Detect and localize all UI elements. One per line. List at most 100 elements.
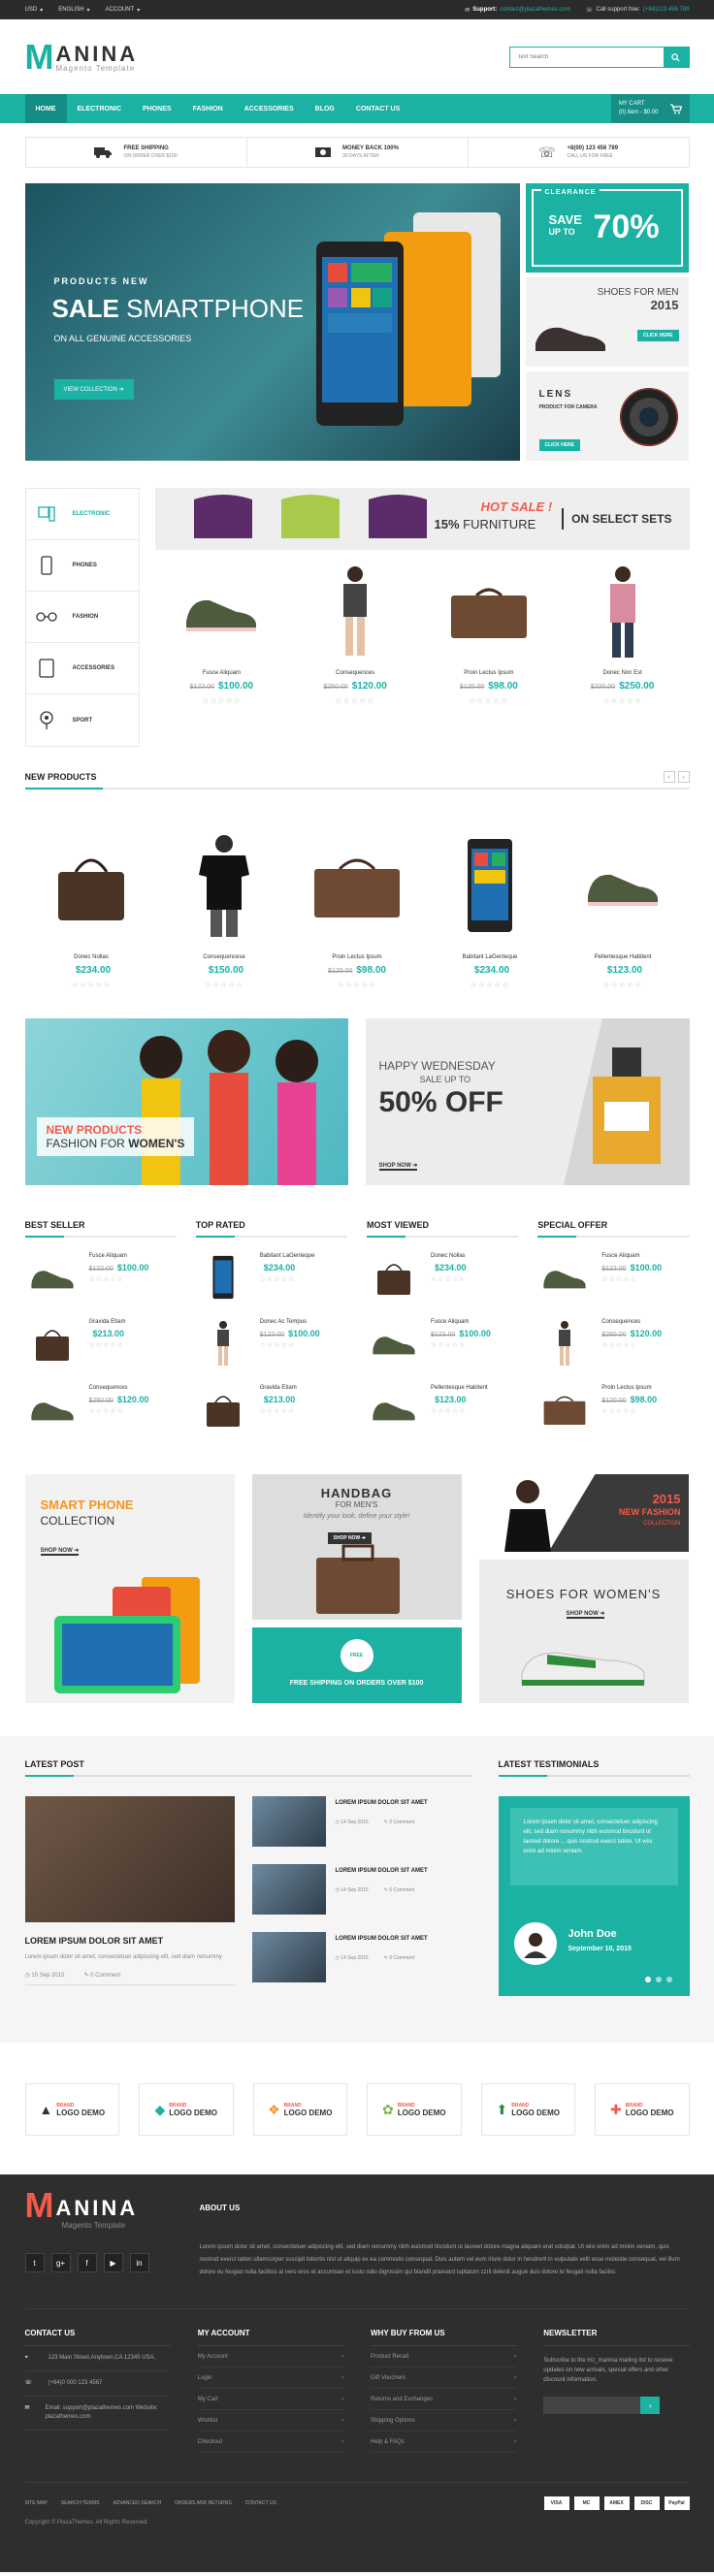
clearance-banner[interactable]: CLEARANCE SAVE UP TO 70% [525,183,689,273]
footer-link[interactable]: Wishlist › [197,2410,343,2431]
mail-icon: ✉ [24,2405,30,2411]
blog-post-featured[interactable]: LOREM IPSUM DOLOR SIT AMET Lorem ipsum d… [24,1796,235,1985]
footer-link[interactable]: Help & FAQs › [371,2431,517,2453]
product-card[interactable]: Donec Non Est $220.00 $250.00 ☆☆☆☆☆ [556,550,690,705]
footer-link-contact[interactable]: CONTACT US [245,2500,276,2506]
facebook-icon[interactable]: f [77,2253,97,2272]
category-electronic[interactable]: ELECTRONIC [25,489,139,540]
blog-post[interactable]: LOREM IPSUM DOLOR SIT AMET ◷ 14 Sep 2015 ✎… [251,1932,471,1982]
shoes-men-banner[interactable]: SHOES FOR MEN 2015 CLICK HERE [525,277,689,367]
hot-sale-banner[interactable]: HOT SALE ! 15% FURNITURE ON SELECT SETS [154,488,690,550]
footer-link[interactable]: Checkout › [197,2431,343,2453]
cart-button[interactable]: MY CART (0) item - $0.00 [610,94,690,123]
prev-arrow-icon[interactable]: ‹ [663,771,675,783]
click-here-button[interactable]: CLICK HERE [538,439,581,451]
shop-now-button[interactable]: SHOP NOW ➔ [327,1532,372,1544]
handbag-banner[interactable]: HANDBAG FOR MEN'S Identify your look, de… [251,1474,462,1620]
category-phones[interactable]: PHONES [25,540,139,592]
brand-logo[interactable]: ❖ BRAND LOGO DEMO [252,2083,347,2136]
brand-logo[interactable]: ✿ BRAND LOGO DEMO [367,2083,462,2136]
list-item[interactable]: Gravida Etiam $213.00 ☆☆☆☆☆ [196,1383,347,1435]
product-card[interactable]: Babitant LaGenteque $234.00 ☆☆☆☆☆ [424,789,557,989]
search-input[interactable] [509,48,664,67]
brand-logo[interactable]: ✚ BRAND LOGO DEMO [595,2083,690,2136]
brand-logo[interactable]: ◆ BRAND LOGO DEMO [139,2083,234,2136]
product-card[interactable]: Donec Nollas $234.00 ☆☆☆☆☆ [25,789,158,989]
newsletter-input[interactable] [543,2397,641,2414]
category-sport[interactable]: SPORT [26,694,139,746]
list-item[interactable]: Consequences $250.00 $120.00 ☆☆☆☆☆ [25,1383,177,1435]
blog-post[interactable]: LOREM IPSUM DOLOR SIT AMET ◷ 14 Sep 2015 ✎… [251,1796,471,1847]
product-card[interactable]: Consequencese $150.00 ☆☆☆☆☆ [158,789,291,989]
next-arrow-icon[interactable]: › [677,771,690,783]
footer-link[interactable]: My Account › [197,2346,343,2367]
new-fashion-banner[interactable]: 2015 NEW FASHION COLLECTION [478,1474,689,1552]
footer-link[interactable]: Login › [197,2367,343,2389]
product-card[interactable]: Proin Lectus Ipsum $120.00 $98.00 ☆☆☆☆☆ [422,550,556,705]
free-shipping-banner[interactable]: FREE FREE SHIPPING ON ORDERS OVER $100 [251,1627,462,1703]
nav-contact[interactable]: CONTACT US [345,94,410,123]
model-image [609,566,635,658]
hero-slider[interactable]: PRODUCTS NEW SALE SMARTPHONE ON ALL GENU… [24,183,520,461]
search-button[interactable] [663,48,689,67]
account-menu[interactable]: ACCOUNT ▾ [106,7,141,14]
footer-link[interactable]: My Cart › [197,2389,343,2410]
brand-logo[interactable]: ▲ BRAND LOGO DEMO [24,2083,119,2136]
click-here-button[interactable]: CLICK HERE [636,330,679,341]
lens-banner[interactable]: LENS PRODUCT FOR CAMERA CLICK HERE [525,371,689,461]
nav-blog[interactable]: BLOG [305,94,345,123]
footer-link-search-terms[interactable]: SEARCH TERMS [61,2500,100,2506]
shop-now-link[interactable]: SHOP NOW ➔ [566,1610,605,1619]
list-item[interactable]: Fusce Aliquam $122.00 $100.00 ☆☆☆☆☆ [537,1251,689,1304]
linkedin-icon[interactable]: in [129,2253,149,2272]
nav-accessories[interactable]: ACCESSORIES [234,94,305,123]
youtube-icon[interactable]: ▶ [103,2253,123,2272]
site-logo[interactable]: M ANINA Magento Template [25,40,139,75]
nav-phones[interactable]: PHONES [132,94,182,123]
nav-electronic[interactable]: ELECTRONIC [67,94,133,123]
list-item[interactable]: Gravida Etiam $213.00 ☆☆☆☆☆ [25,1317,177,1369]
perfume-sale-banner[interactable]: HAPPY WEDNESDAY SALE UP TO 50% OFF SHOP … [365,1018,690,1185]
product-card[interactable]: Consequences $250.00 $120.00 ☆☆☆☆☆ [288,550,422,705]
footer-link-sitemap[interactable]: SITE MAP [25,2500,48,2506]
google-plus-icon[interactable]: g+ [50,2253,71,2272]
computer-icon [36,503,57,525]
nav-fashion[interactable]: FASHION [182,94,234,123]
currency-select[interactable]: USD ▾ [25,7,44,14]
product-card[interactable]: Pellentesque Habitent $123.00 ☆☆☆☆☆ [557,789,690,989]
shop-now-link[interactable]: SHOP NOW ➔ [378,1162,418,1171]
shop-now-link[interactable]: SHOP NOW ➔ [40,1547,80,1556]
twitter-icon[interactable]: t [24,2253,45,2272]
footer-link-advanced-search[interactable]: ADVANCED SEARCH [113,2500,161,2506]
list-item[interactable]: Proin Lectus Ipsum $120.00 $98.00 ☆☆☆☆☆ [537,1383,689,1435]
product-card[interactable]: Proin Lectus Ipsum $120.00 $98.00 ☆☆☆☆☆ [291,789,424,989]
list-item[interactable]: Donec Ac Tempus $122.00 $100.00 ☆☆☆☆☆ [196,1317,347,1369]
newsletter-submit-button[interactable]: › [640,2397,661,2414]
list-item[interactable]: Donec Nollas $234.00 ☆☆☆☆☆ [367,1251,518,1304]
product-card[interactable]: Fusce Aliquam $122.00 $100.00 ☆☆☆☆☆ [155,550,289,705]
nav-home[interactable]: HOME [24,94,67,123]
location-icon: ⌖ [24,2355,28,2361]
footer-link[interactable]: Gift Vouchers › [371,2367,517,2389]
list-item[interactable]: Consequences $250.00 $120.00 ☆☆☆☆☆ [537,1317,689,1369]
list-item[interactable]: Fusce Aliquam $122.00 $100.00 ☆☆☆☆☆ [25,1251,177,1304]
blog-post[interactable]: LOREM IPSUM DOLOR SIT AMET ◷ 14 Sep 2015 ✎… [251,1864,471,1915]
language-select[interactable]: ENGLISH ▾ [58,7,89,14]
footer-link[interactable]: Returns and Exchanges › [371,2389,517,2410]
support-email[interactable]: contact@plazathemes.com [500,7,569,13]
category-accessories[interactable]: ACCESSORIES [25,643,139,694]
footer-logo[interactable]: M ANINA Magento Template t g+ f ▶ in [24,2188,171,2279]
footer-link[interactable]: Product Recall › [371,2346,517,2367]
women-fashion-banner[interactable]: NEW PRODUCTS FASHION FOR WOMEN'S [24,1018,348,1185]
slider-dots[interactable] [644,1977,672,1982]
category-fashion[interactable]: FASHION [25,592,139,643]
shoes-women-banner[interactable]: SHOES FOR WOMEN'S SHOP NOW ➔ [478,1560,689,1703]
list-item[interactable]: Fusce Aliquam $122.00 $100.00 ☆☆☆☆☆ [367,1317,518,1369]
view-collection-button[interactable]: VIEW COLLECTION ➔ [53,379,134,400]
list-item[interactable]: Babitant LaGenteque $234.00 ☆☆☆☆☆ [196,1251,347,1304]
footer-link-orders[interactable]: ORDERS AND RETURNS [175,2500,232,2506]
brand-logo[interactable]: ⬆ BRAND LOGO DEMO [480,2083,575,2136]
list-item[interactable]: Pellentesque Habitent $123.00 ☆☆☆☆☆ [367,1383,518,1435]
footer-link[interactable]: Shipping Options › [371,2410,517,2431]
smartphone-collection-banner[interactable]: SMART PHONE COLLECTION SHOP NOW ➔ [24,1474,235,1703]
